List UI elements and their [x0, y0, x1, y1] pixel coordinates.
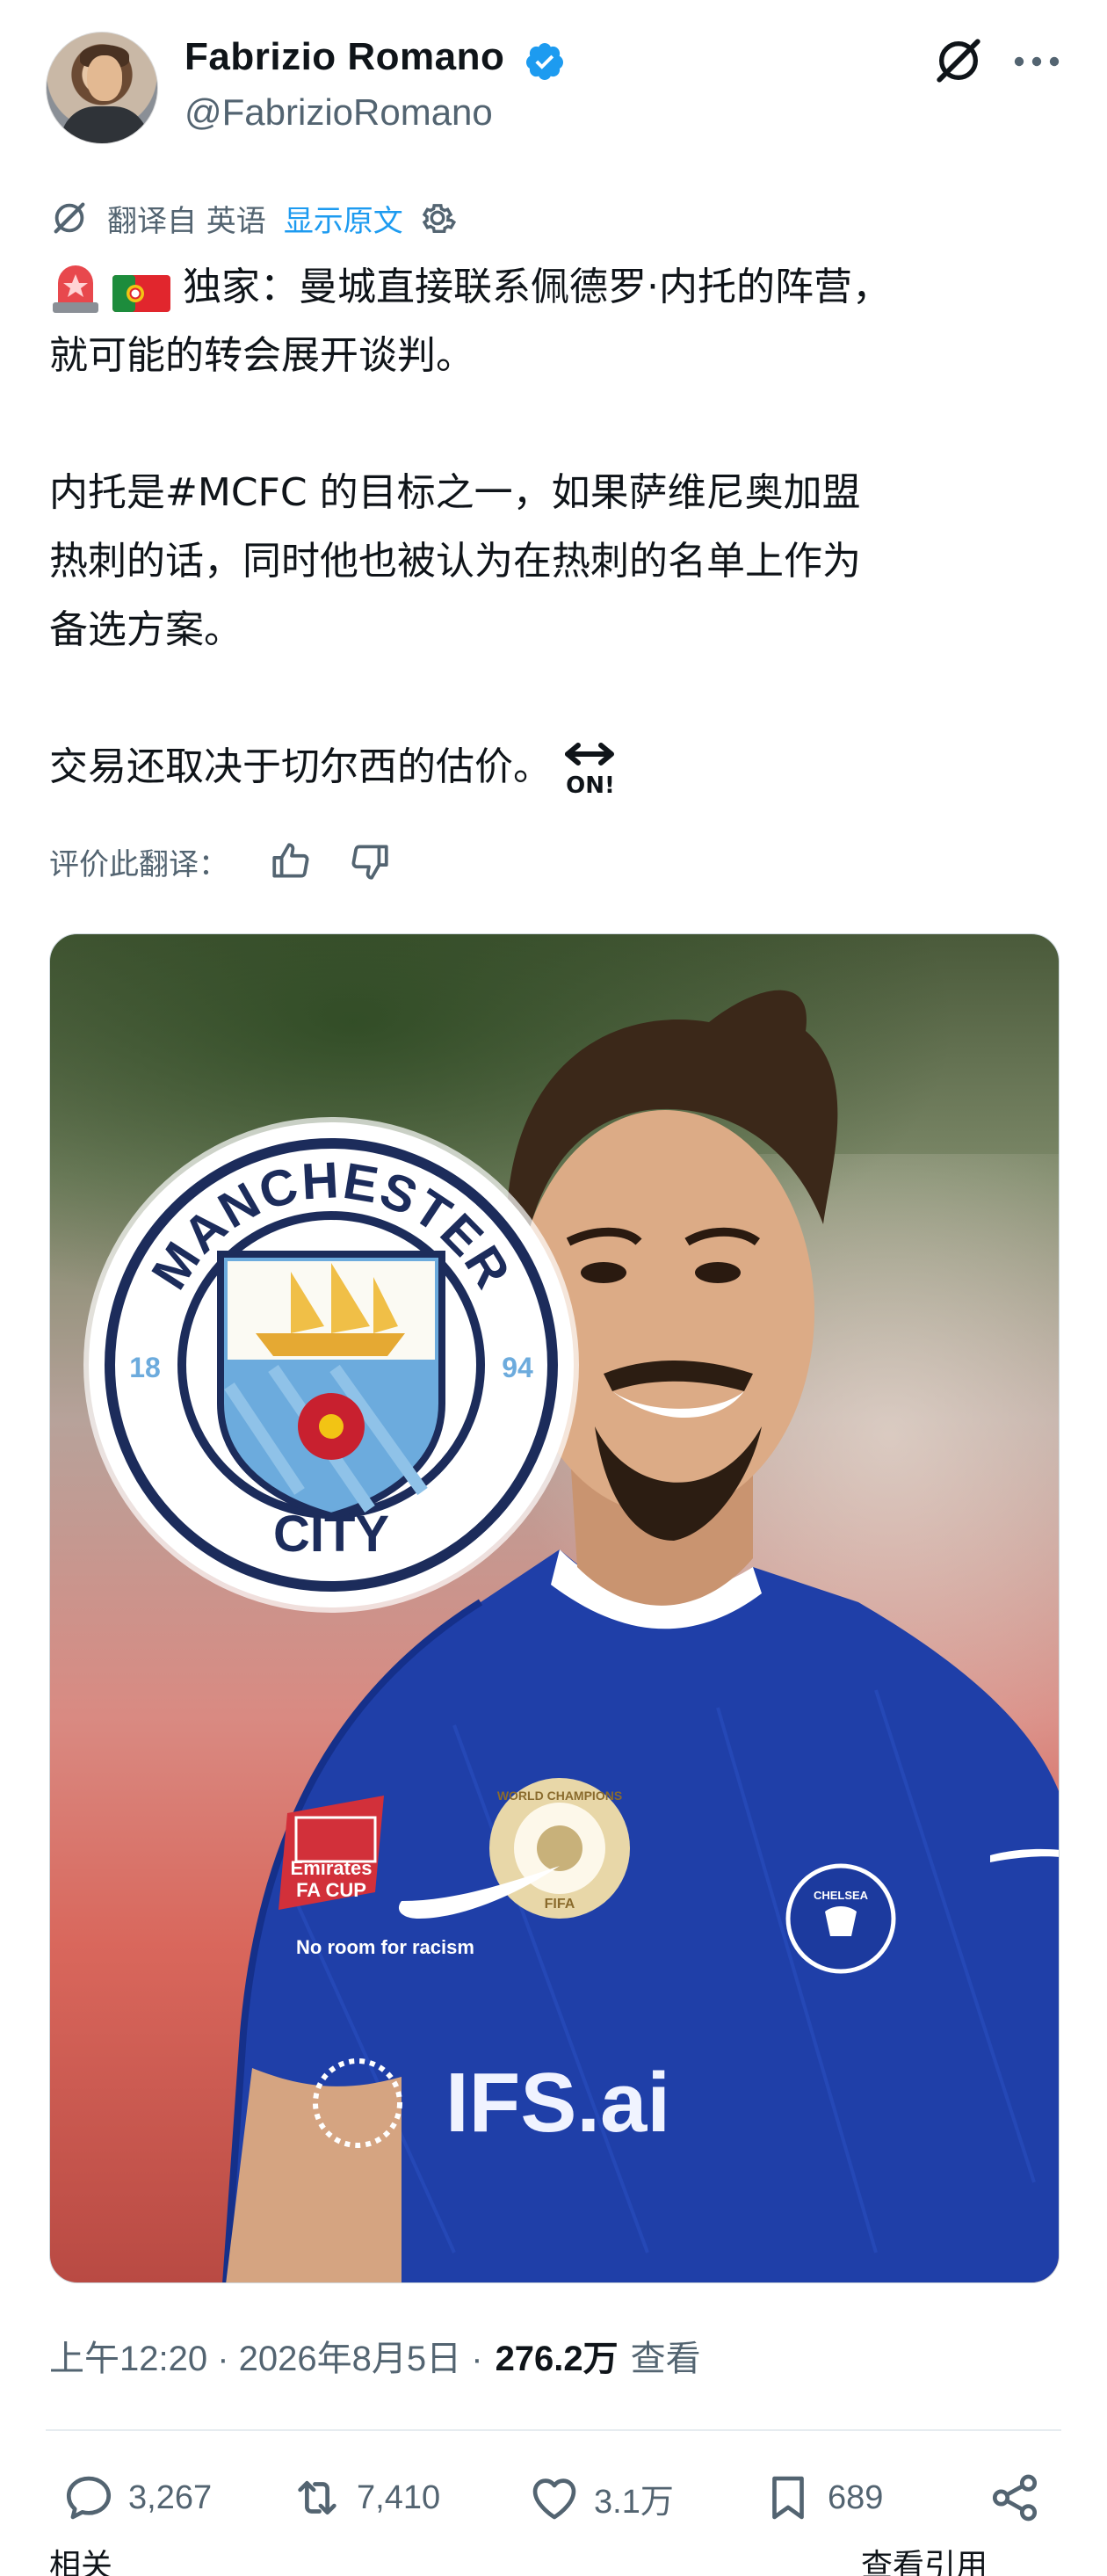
tweet-image[interactable]: Emirates FA CUP No room for racism WORLD…	[49, 933, 1060, 2283]
show-original-link[interactable]: 显示原文	[284, 197, 403, 240]
crest-text: CHELSEA	[814, 1889, 869, 1902]
author-name[interactable]: Fabrizio Romano	[184, 35, 504, 79]
more-options-icon[interactable]	[1010, 44, 1063, 79]
badge-year-right: 94	[502, 1352, 533, 1383]
fa-cup-sleeve-patch: Emirates FA CUP	[279, 1796, 384, 1910]
repost-button[interactable]: 7,410	[290, 2463, 440, 2533]
reply-icon	[66, 2476, 112, 2520]
chelsea-crest: CHELSEA	[785, 1863, 896, 1974]
divider	[46, 2429, 1061, 2431]
reply-button[interactable]: 3,267	[62, 2463, 212, 2533]
world-champions-badge: WORLD CHAMPIONS FIFA	[489, 1778, 630, 1919]
repost-count: 7,410	[357, 2478, 441, 2516]
like-count: 3.1万	[594, 2483, 674, 2521]
verified-badge-icon	[526, 43, 563, 80]
tweet-meta: 上午12:20 · 2026年8月5日 · 276.2万 查看	[49, 2329, 701, 2382]
on-arrow-emoji-icon: ON!	[561, 737, 620, 799]
chest-badge-subtext: FIFA	[545, 1897, 575, 1912]
translation-bar: 翻译自 英语 显示原文	[49, 192, 458, 244]
author-handle[interactable]: @FabrizioRomano	[184, 91, 493, 134]
chest-badge-text: WORLD CHAMPIONS	[497, 1789, 622, 1803]
tweet-line: 内托是#MCFC 的目标之一，如果萨维尼奥加盟	[49, 459, 1068, 527]
tweet-line: 备选方案。	[49, 596, 1068, 664]
rate-translation-label: 评价此翻译：	[49, 846, 228, 882]
sleeve-patch-line1: Emirates	[291, 1857, 373, 1879]
tweet-line: 热刺的话，同时他也被认为在热刺的名单上作为	[49, 527, 1068, 596]
tweet-header: Fabrizio Romano @FabrizioRomano	[0, 0, 1107, 176]
view-count: 276.2万	[495, 2340, 619, 2378]
portugal-flag-emoji-icon	[112, 267, 170, 312]
badge-year-left: 18	[129, 1352, 161, 1383]
tweet-text-line: 热刺的话，同时他也被认为在热刺的名单上作为	[49, 539, 861, 584]
timestamp[interactable]: 上午12:20 · 2026年8月5日 ·	[49, 2330, 483, 2381]
bookmark-count: 689	[828, 2478, 884, 2516]
cut-off-row: 相关 查看引用	[0, 2549, 1107, 2576]
tweet-line: 交易还取决于切尔西的估价。 ON!	[49, 733, 1068, 802]
author-avatar[interactable]	[46, 32, 158, 144]
reply-count: 3,267	[128, 2478, 213, 2516]
related-tab-label[interactable]: 相关	[49, 2549, 112, 2576]
tweet-body: 独家：曼城直接联系佩德罗·内托的阵营， 就可能的转会展开谈判。 内托是#MCFC…	[49, 253, 1068, 802]
view-quotes-label[interactable]: 查看引用	[861, 2549, 988, 2576]
sleeve-patch-line2: FA CUP	[296, 1879, 366, 1901]
translated-from-label: 翻译自 英语	[107, 203, 266, 239]
share-button[interactable]	[988, 2463, 1054, 2533]
thumbs-up-icon[interactable]	[269, 839, 313, 883]
like-button[interactable]: 3.1万	[527, 2463, 674, 2533]
sponsor-text: IFS.ai	[445, 2056, 670, 2150]
tweet-text-line: 独家：曼城直接联系佩德罗·内托的阵营，	[183, 265, 891, 309]
tweet-text-line: 内托是#MCFC 的目标之一，如果萨维尼奥加盟	[49, 470, 861, 515]
action-bar: 3,267 7,410 3.1万 689	[0, 2463, 1107, 2533]
views-label: 查看	[630, 2340, 701, 2378]
grok-translate-icon	[54, 202, 85, 234]
bookmark-button[interactable]: 689	[761, 2463, 883, 2533]
svg-text:ON!: ON!	[566, 773, 615, 798]
heart-icon	[532, 2478, 576, 2520]
repost-icon	[298, 2480, 336, 2515]
bookmark-icon	[772, 2476, 804, 2520]
grok-icon[interactable]	[933, 35, 984, 86]
man-city-badge: MANCHESTER CITY 18 94	[98, 1131, 565, 1599]
siren-emoji-icon	[49, 260, 102, 315]
gear-icon[interactable]	[417, 198, 458, 238]
tweet-line: 独家：曼城直接联系佩德罗·内托的阵营，	[49, 253, 1068, 322]
tweet-text-line: 交易还取决于切尔西的估价。	[49, 744, 552, 789]
share-icon	[992, 2474, 1038, 2522]
sleeve-text: No room for racism	[296, 1936, 474, 1958]
tweet-text-line: 就可能的转会展开谈判。	[49, 333, 474, 378]
rate-translation-bar: 评价此翻译：	[49, 835, 427, 888]
thumbs-down-icon[interactable]	[348, 839, 392, 883]
tweet-line: 就可能的转会展开谈判。	[49, 322, 1068, 390]
tweet-text-line: 备选方案。	[49, 607, 242, 652]
